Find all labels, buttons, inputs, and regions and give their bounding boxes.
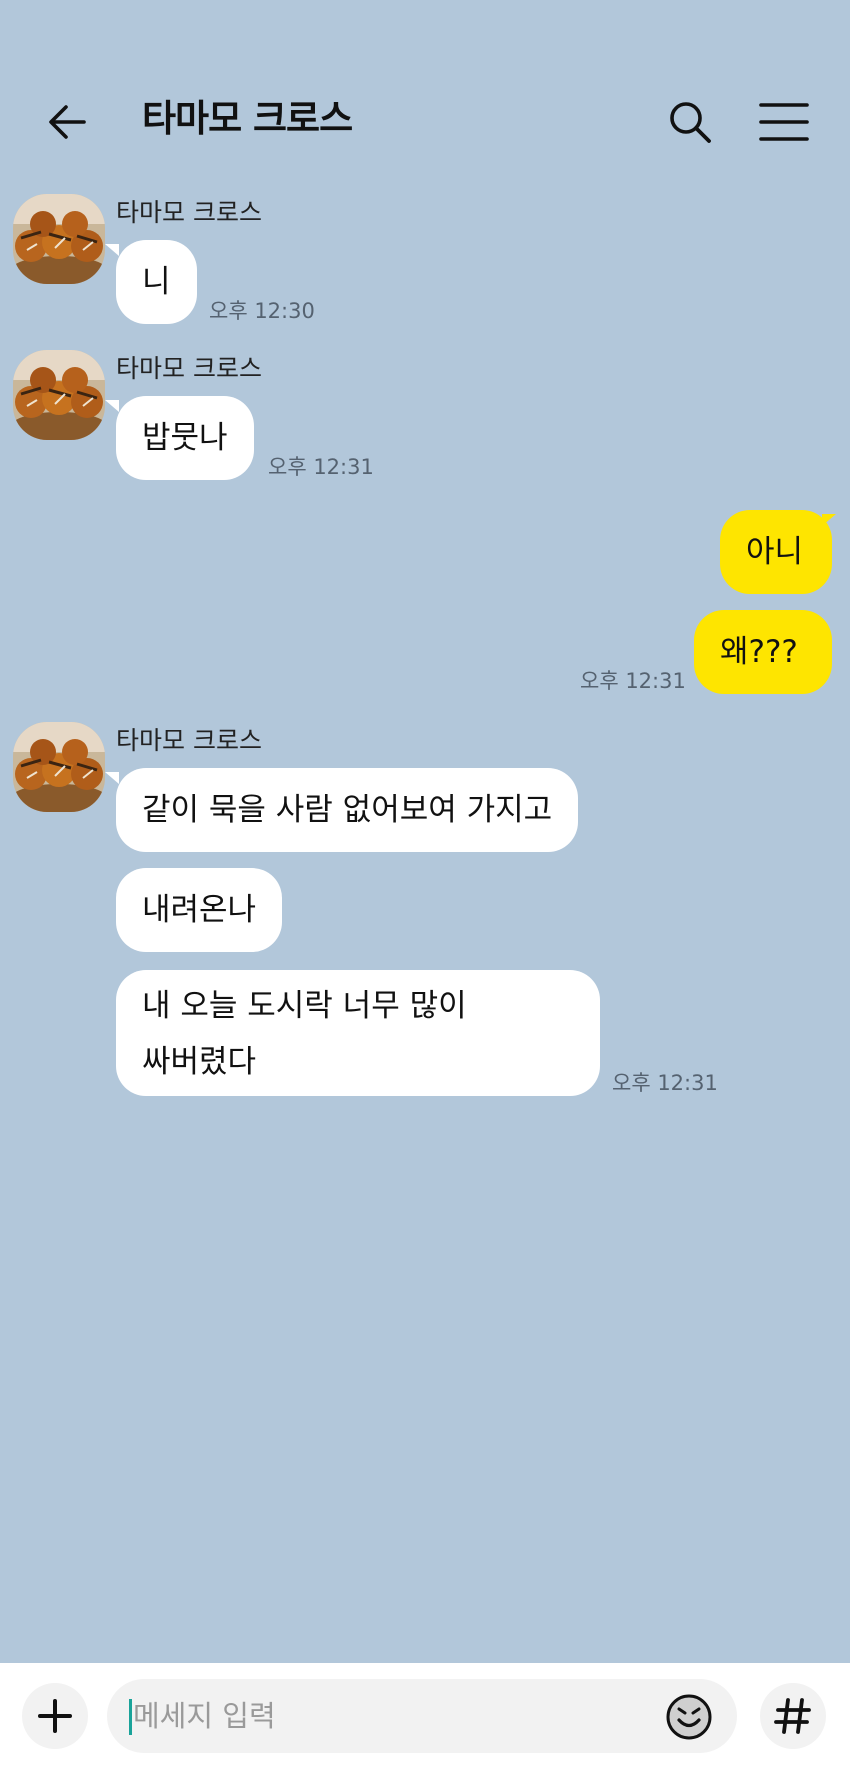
message-time: 오후 12:31 xyxy=(612,1071,718,1095)
back-button[interactable] xyxy=(44,98,92,146)
emoji-button[interactable] xyxy=(665,1693,713,1741)
avatar[interactable] xyxy=(13,194,105,284)
hamburger-menu-icon xyxy=(759,103,809,141)
hashtag-button[interactable] xyxy=(760,1683,826,1749)
my-message-bubble[interactable]: 아니 xyxy=(720,510,832,594)
sender-name: 타마모 크로스 xyxy=(116,354,262,383)
avatar-takoyaki-image xyxy=(13,194,105,284)
message-input[interactable]: 메세지 입력 xyxy=(107,1679,737,1753)
message-placeholder: 메세지 입력 xyxy=(133,1699,276,1733)
message-bubble[interactable]: 니 xyxy=(116,240,197,324)
message-input-bar: 메세지 입력 xyxy=(0,1663,850,1772)
arrow-left-icon xyxy=(49,105,86,139)
chat-title: 타마모 크로스 xyxy=(142,97,353,140)
sender-name: 타마모 크로스 xyxy=(116,726,262,755)
sender-name: 타마모 크로스 xyxy=(116,198,262,227)
message-time: 오후 12:31 xyxy=(580,669,686,693)
avatar[interactable] xyxy=(13,350,105,440)
message-time: 오후 12:31 xyxy=(268,455,374,479)
emoji-icon xyxy=(666,1694,712,1740)
search-icon xyxy=(670,102,711,143)
search-button[interactable] xyxy=(666,98,714,146)
chat-header: 타마모 크로스 xyxy=(0,80,850,164)
avatar-takoyaki-image xyxy=(13,722,105,812)
text-caret xyxy=(129,1699,132,1735)
message-bubble[interactable]: 내려온나 xyxy=(116,868,283,952)
menu-button[interactable] xyxy=(758,100,810,144)
attach-button[interactable] xyxy=(22,1683,88,1749)
plus-icon xyxy=(38,1699,72,1733)
message-bubble[interactable]: 내 오늘 도시락 너무 많이 싸버렸다 xyxy=(116,970,600,1096)
message-bubble[interactable]: 같이 묵을 사람 없어보여 가지고 xyxy=(116,768,579,852)
bubble-tail xyxy=(105,772,119,784)
message-bubble[interactable]: 밥뭇나 xyxy=(116,396,254,480)
my-message-bubble[interactable]: 왜??? xyxy=(694,610,832,694)
hashtag-icon xyxy=(774,1698,811,1734)
chat-screen: 타마모 크로스 타마모 크로스 니 오후 12:30 타마모 크로스 밥뭇나 오… xyxy=(0,0,850,1772)
bubble-tail xyxy=(105,400,119,412)
message-time: 오후 12:30 xyxy=(209,299,315,323)
avatar-takoyaki-image xyxy=(13,350,105,440)
avatar[interactable] xyxy=(13,722,105,812)
bubble-tail xyxy=(105,244,119,256)
